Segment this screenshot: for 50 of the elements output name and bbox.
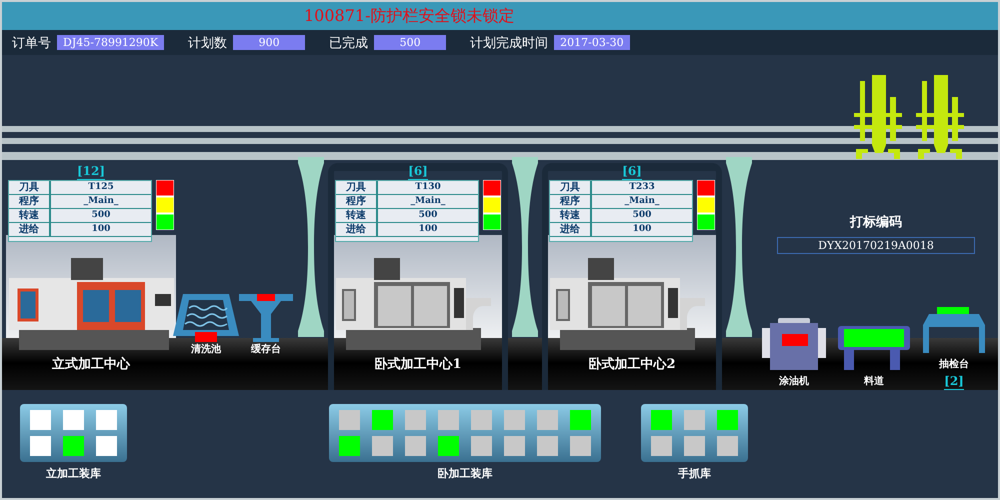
parameter-label: 转速 <box>550 209 592 222</box>
info-label: 已完成 <box>329 34 368 52</box>
parameter-value: _Main_ <box>82 195 120 208</box>
parameter-value: 100 <box>418 223 438 236</box>
station-name: 缓存台 <box>251 342 281 357</box>
info-label: 订单号 <box>12 34 51 52</box>
parameter-value: 500 <box>418 209 438 222</box>
station-name: 料道 <box>864 374 884 389</box>
station-name: 涂油机 <box>779 374 809 389</box>
parameter-label: 刀具 <box>336 181 378 194</box>
parameter-label: 进给 <box>9 223 51 236</box>
stack-light-icon <box>697 180 715 230</box>
parameter-label: 刀具 <box>9 181 51 194</box>
parameter-value: T130 <box>414 181 442 194</box>
info-value: 2017-03-30 <box>554 35 630 50</box>
storage-name: 卧加工装库 <box>438 466 492 481</box>
machine-name: 卧式加工中心2 <box>588 356 676 374</box>
info-label: 计划数 <box>188 34 228 52</box>
parameter-label: 程序 <box>550 195 592 208</box>
parameter-value: 100 <box>90 223 112 236</box>
parameter-value: 500 <box>90 209 112 222</box>
parameter-value: _Main_ <box>410 195 446 208</box>
station-name: 清洗池 <box>191 342 221 357</box>
parameter-value: T125 <box>87 181 115 194</box>
machine-name: 立式加工中心 <box>52 356 130 374</box>
storage-name: 立加工装库 <box>46 466 101 481</box>
info-value: 900 <box>233 35 306 50</box>
marking-code-field: DYX20170219A0018 <box>777 237 975 254</box>
storage-name: 手抓库 <box>678 466 711 481</box>
parameter-value: _Main_ <box>624 195 660 208</box>
station-name: 抽检台 <box>939 358 969 372</box>
parameter-label: 转速 <box>336 209 378 222</box>
parameter-label: 程序 <box>336 195 378 208</box>
alarm-title: 100871-防护栏安全锁未锁定 <box>304 6 514 26</box>
info-value: DJ45-78991290K <box>57 35 164 50</box>
parameter-value: T233 <box>628 181 656 194</box>
part-count: [2] <box>944 373 964 390</box>
parameter-label: 转速 <box>9 209 51 222</box>
stack-light-icon <box>156 180 174 230</box>
parameter-label: 进给 <box>550 223 592 236</box>
stack-light-icon <box>483 180 501 230</box>
parameter-value: 500 <box>632 209 652 222</box>
parameter-value: 100 <box>632 223 652 236</box>
parameter-label: 进给 <box>336 223 378 236</box>
parameter-label: 程序 <box>9 195 51 208</box>
machine-name: 卧式加工中心1 <box>374 356 462 374</box>
parameter-label: 刀具 <box>550 181 592 194</box>
marking-label: 打标编码 <box>850 214 902 231</box>
info-value: 500 <box>374 35 446 50</box>
info-label: 计划完成时间 <box>470 34 548 52</box>
